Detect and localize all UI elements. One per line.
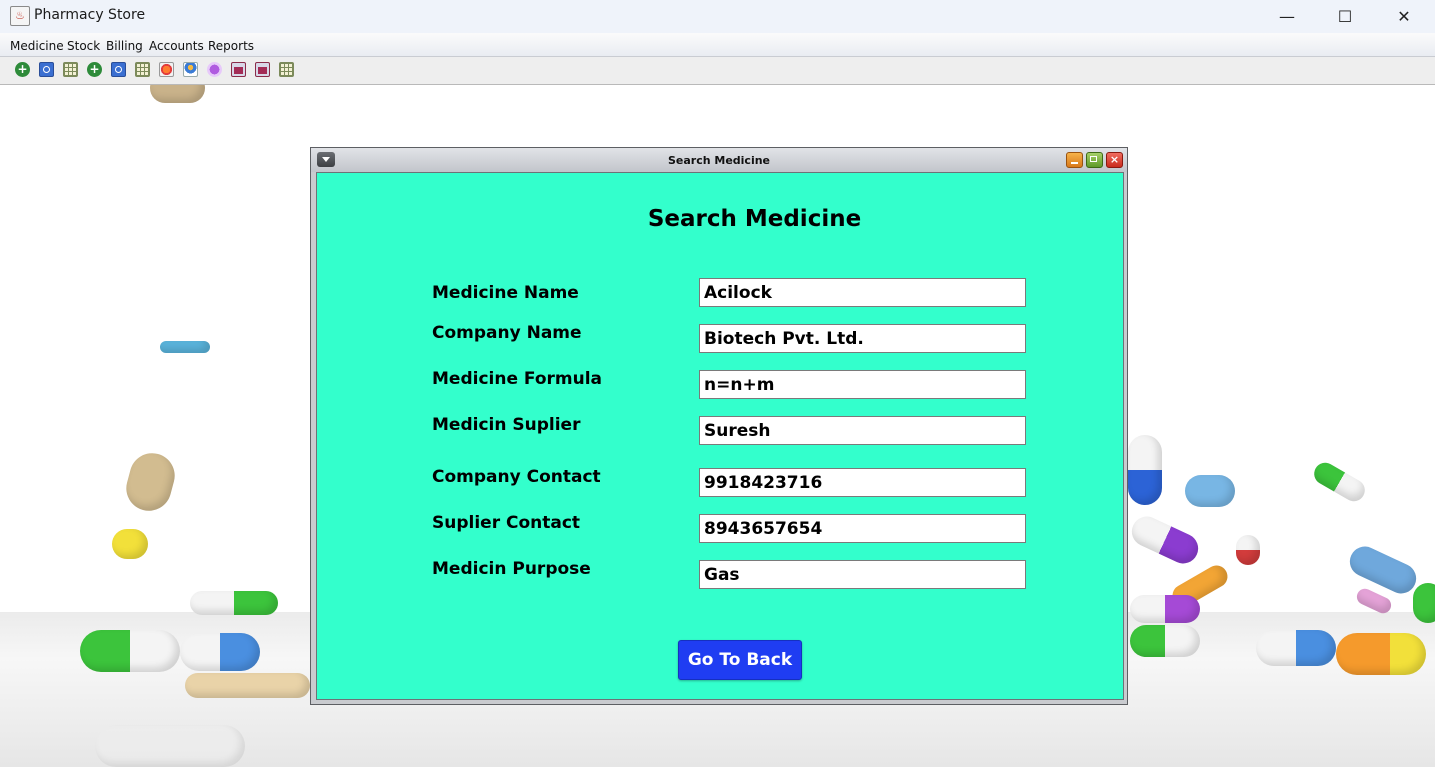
report-icon[interactable] [231,62,246,77]
globe-icon[interactable] [207,62,222,77]
frame-title-bar[interactable]: Search Medicine × [311,148,1127,172]
view-report-table-icon[interactable] [279,62,294,77]
company-contact-field[interactable] [699,468,1026,497]
pill-decoration [80,630,180,672]
pill-decoration [1336,633,1426,675]
menu-reports[interactable]: Reports [208,39,254,53]
medicine-formula-label: Medicine Formula [432,369,602,389]
supplier-contact-field[interactable] [699,514,1026,543]
pie-chart-icon[interactable] [159,62,174,77]
pill-decoration [180,633,260,671]
pill-decoration [1344,541,1422,599]
minimize-button[interactable]: — [1264,0,1310,33]
pill-decoration [185,673,310,698]
pill-decoration [150,85,205,103]
java-app-icon: ♨ [10,6,30,26]
window-title-bar: ♨ Pharmacy Store — ☐ ✕ [0,0,1435,33]
medicine-purpose-label: Medicin Purpose [432,559,591,579]
menu-bar: Medicine Stock Billing Accounts Reports [0,33,1435,57]
search-stock-icon[interactable] [111,62,126,77]
maximize-button[interactable]: ☐ [1322,0,1368,33]
medicine-purpose-field[interactable] [699,560,1026,589]
pill-decoration [190,591,278,615]
pill-decoration [1185,475,1235,507]
pill-decoration [1126,511,1204,569]
company-name-field[interactable] [699,324,1026,353]
go-to-back-button[interactable]: Go To Back [678,640,802,680]
toolbar: + + [0,57,1435,85]
pill-decoration [112,529,148,559]
company-contact-label: Company Contact [432,467,601,487]
user-icon[interactable] [183,62,198,77]
pill-decoration [1236,535,1260,565]
frame-minimize-icon[interactable] [1066,152,1083,168]
company-name-label: Company Name [432,323,582,343]
frame-close-icon[interactable]: × [1106,152,1123,168]
minimize-icon: — [1279,7,1295,26]
view-medicine-table-icon[interactable] [63,62,78,77]
pill-decoration [1130,595,1200,623]
search-medicine-icon[interactable] [39,62,54,77]
menu-medicine[interactable]: Medicine [10,39,64,53]
pill-decoration [1310,458,1369,506]
supplier-contact-label: Suplier Contact [432,513,581,533]
pill-decoration [160,341,210,353]
close-icon: ✕ [1397,7,1411,26]
view-stock-table-icon[interactable] [135,62,150,77]
add-medicine-icon[interactable]: + [15,62,30,77]
pill-decoration [121,448,180,516]
pill-decoration [1130,625,1200,657]
pill-decoration [95,725,245,767]
frame-maximize-icon[interactable] [1086,152,1103,168]
menu-billing[interactable]: Billing [106,39,143,53]
search-medicine-form: Search Medicine Medicine Name Company Na… [316,172,1124,700]
menu-accounts[interactable]: Accounts [149,39,204,53]
report-icon-2[interactable] [255,62,270,77]
window-title: Pharmacy Store [34,7,146,23]
medicine-supplier-field[interactable] [699,416,1026,445]
pill-decoration [1128,435,1162,505]
pill-decoration [1413,583,1435,623]
pill-decoration [1256,630,1336,666]
menu-stock[interactable]: Stock [67,39,100,53]
medicine-formula-field[interactable] [699,370,1026,399]
form-heading: Search Medicine [647,206,862,232]
add-stock-icon[interactable]: + [87,62,102,77]
search-medicine-frame: Search Medicine × Search Medicine Medici… [310,147,1128,705]
maximize-icon: ☐ [1337,7,1353,26]
frame-title: Search Medicine [667,154,771,167]
medicine-name-field[interactable] [699,278,1026,307]
medicine-name-label: Medicine Name [432,283,579,303]
medicine-supplier-label: Medicin Suplier [432,415,581,435]
close-button[interactable]: ✕ [1381,0,1427,33]
